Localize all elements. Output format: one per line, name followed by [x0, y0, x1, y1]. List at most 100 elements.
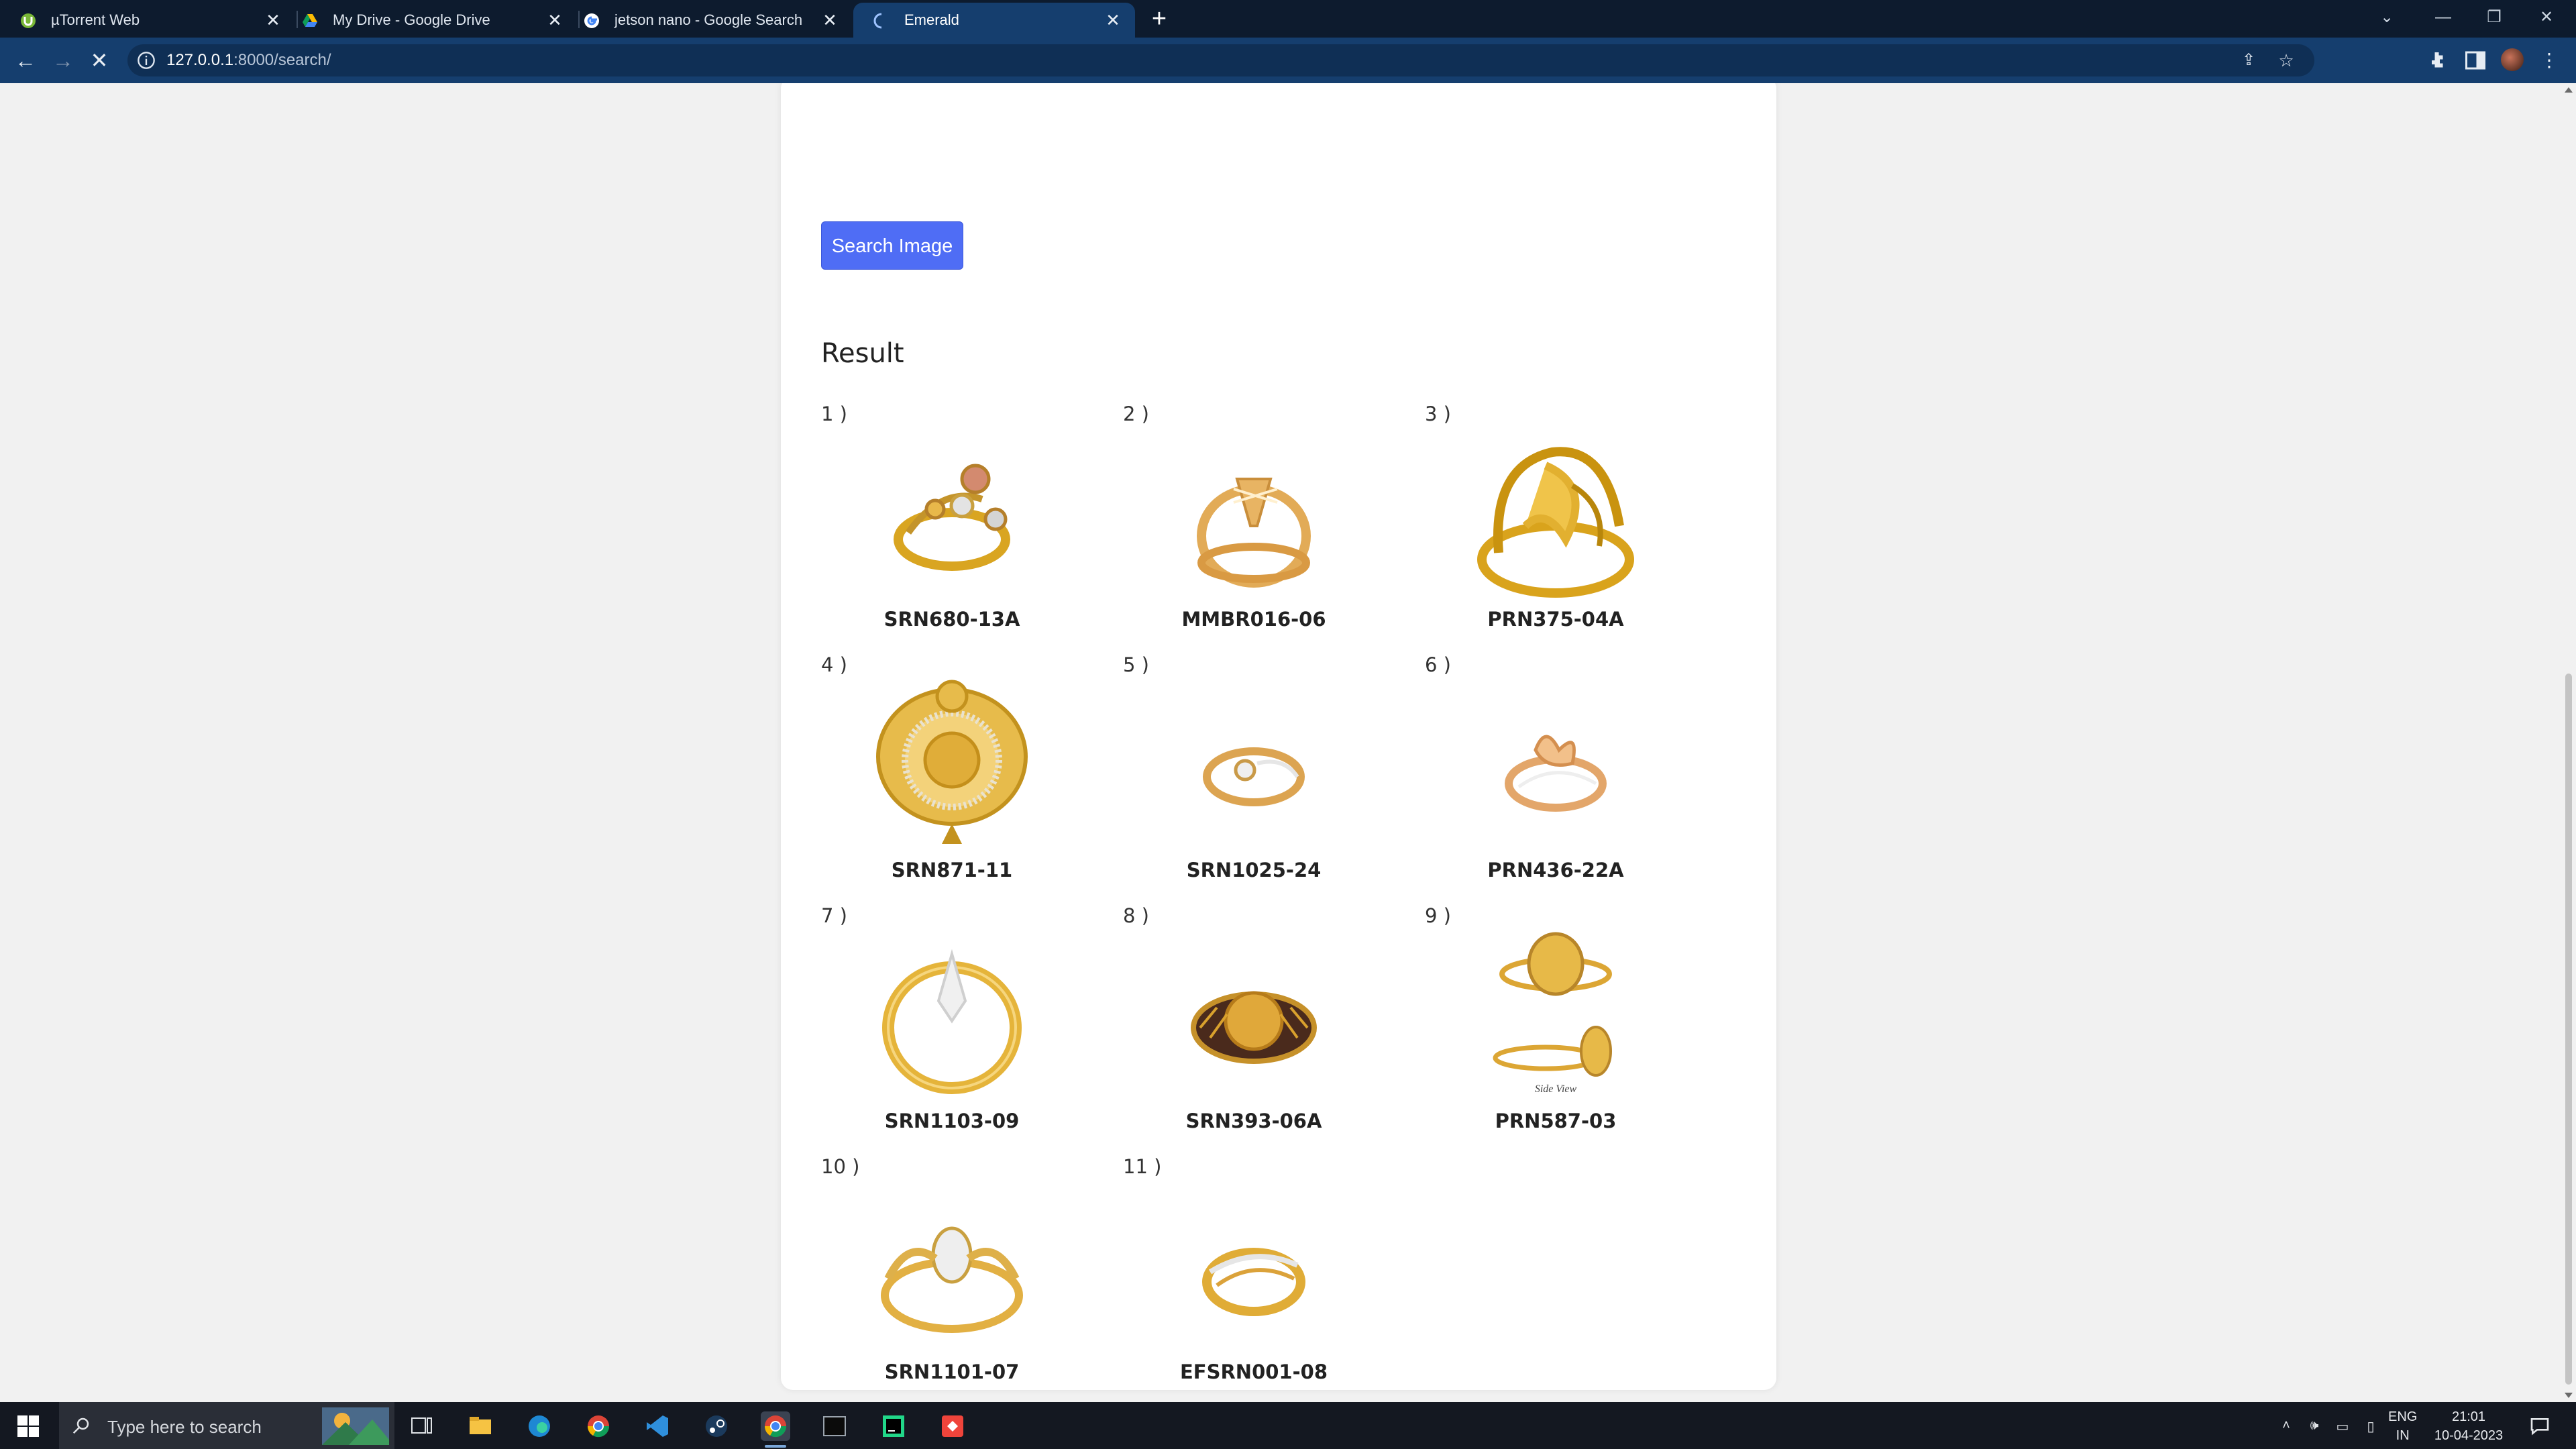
- scroll-thumb[interactable]: [2565, 674, 2572, 1385]
- tab-google-search[interactable]: jetson nano - Google Search ✕: [564, 3, 852, 38]
- result-code: SRN871-11: [891, 859, 1013, 881]
- menu-kebab-icon[interactable]: ⋮: [2537, 48, 2561, 72]
- clock[interactable]: 21:01 10-04-2023: [2434, 1407, 2504, 1445]
- loading-spinner-icon: [873, 13, 882, 29]
- tab-title: Emerald: [904, 11, 959, 28]
- result-index: 5 ): [1123, 653, 1149, 676]
- windows-taskbar: Type here to search ˄ 🕪 ▭ ▯ ENG IN 21:01…: [0, 1402, 2576, 1449]
- url-host: 127.0.0.1: [166, 51, 234, 69]
- result-item[interactable]: 8 ) SRN393-06A: [1103, 904, 1405, 1155]
- browser-toolbar: ← → ✕ 127.0.0.1:8000/search/ ☆ ⇪ ⋮: [0, 38, 2576, 83]
- search-placeholder: Type here to search: [107, 1417, 262, 1437]
- close-icon[interactable]: ✕: [1103, 10, 1123, 30]
- result-index: 4 ): [821, 653, 847, 676]
- extensions-icon[interactable]: [2426, 48, 2450, 72]
- tab-title: µTorrent Web: [51, 11, 140, 28]
- tray-overflow-chevron-icon[interactable]: ˄: [2278, 1418, 2294, 1434]
- minimize-button[interactable]: —: [2428, 4, 2458, 31]
- network-icon[interactable]: ▭: [2334, 1418, 2351, 1434]
- language-indicator[interactable]: ENG IN: [2388, 1407, 2417, 1445]
- search-icon: [72, 1417, 89, 1434]
- result-code: SRN393-06A: [1185, 1110, 1322, 1132]
- result-item[interactable]: 10 ) SRN1101-07: [801, 1155, 1103, 1402]
- result-code: SRN1101-07: [884, 1360, 1020, 1383]
- result-item[interactable]: 1 ) SRN680-13A: [801, 402, 1103, 653]
- result-code: PRN375-04A: [1487, 608, 1624, 631]
- result-index: 8 ): [1123, 904, 1149, 927]
- ring-image[interactable]: [1472, 425, 1640, 601]
- share-icon[interactable]: ⇪: [2237, 48, 2261, 72]
- close-icon[interactable]: ✕: [820, 10, 840, 30]
- forward-button[interactable]: →: [50, 47, 76, 74]
- result-code: EFSRN001-08: [1179, 1360, 1328, 1383]
- tab-strip: µTorrent Web ✕ My Drive - Google Drive ✕…: [0, 0, 2576, 38]
- result-index: 11 ): [1123, 1155, 1162, 1178]
- page-scrollbar[interactable]: [2561, 83, 2576, 1402]
- pycharm-icon[interactable]: [879, 1411, 908, 1441]
- notifications-icon[interactable]: [2529, 1415, 2551, 1437]
- result-item[interactable]: 11 ) EFSRN001-08: [1103, 1155, 1405, 1402]
- close-window-button[interactable]: ✕: [2532, 4, 2561, 31]
- result-item[interactable]: 2 ) MMBR016-06: [1103, 402, 1405, 653]
- scroll-up-arrow-icon[interactable]: [2565, 87, 2573, 93]
- ring-image[interactable]: [1170, 676, 1338, 852]
- result-item[interactable]: 9 ) Side View PRN587-03: [1405, 904, 1707, 1155]
- chrome-active-window[interactable]: [761, 1411, 790, 1448]
- tab-google-drive[interactable]: My Drive - Google Drive ✕: [282, 3, 577, 38]
- side-panel-icon[interactable]: [2463, 48, 2487, 72]
- results-card: Search Image Result 1 ) SRN680-13A 2 ) M…: [781, 83, 1776, 1390]
- url-text[interactable]: 127.0.0.1:8000/search/: [166, 51, 331, 70]
- file-explorer-icon[interactable]: [466, 1411, 495, 1441]
- chrome-icon[interactable]: [584, 1411, 613, 1441]
- ring-image[interactable]: Side View: [1472, 927, 1640, 1103]
- vscode-icon[interactable]: [643, 1411, 672, 1441]
- side-view-caption: Side View: [1535, 1083, 1577, 1095]
- windows-start-icon[interactable]: [17, 1415, 39, 1437]
- ring-image[interactable]: [868, 425, 1036, 601]
- result-item[interactable]: 3 ) PRN375-04A: [1405, 402, 1707, 653]
- anydesk-icon[interactable]: [938, 1411, 967, 1441]
- clock-date: 10-04-2023: [2434, 1428, 2504, 1443]
- steam-icon[interactable]: [702, 1411, 731, 1441]
- result-item[interactable]: 4 ) SRN871-11: [801, 653, 1103, 904]
- ring-image[interactable]: [1170, 927, 1338, 1103]
- page-viewport: Search Image Result 1 ) SRN680-13A 2 ) M…: [0, 83, 2561, 1402]
- edge-icon[interactable]: [525, 1411, 554, 1441]
- tab-search-chevron-icon[interactable]: ⌄: [2372, 4, 2402, 31]
- result-index: 1 ): [821, 402, 847, 425]
- search-image-button[interactable]: Search Image: [821, 221, 963, 270]
- site-info-icon[interactable]: [137, 51, 156, 70]
- address-bar[interactable]: 127.0.0.1:8000/search/ ☆ ⇪: [127, 44, 2314, 76]
- ring-image[interactable]: [868, 1178, 1036, 1354]
- volume-icon[interactable]: 🕪: [2306, 1418, 2322, 1434]
- close-icon[interactable]: ✕: [545, 10, 565, 30]
- taskbar-search-box[interactable]: Type here to search: [59, 1402, 394, 1449]
- result-code: SRN680-13A: [883, 608, 1020, 631]
- ring-image[interactable]: [1170, 1178, 1338, 1354]
- ring-image[interactable]: [868, 927, 1036, 1103]
- result-item[interactable]: 7 ) SRN1103-09: [801, 904, 1103, 1155]
- terminal-icon[interactable]: [820, 1411, 849, 1441]
- battery-icon[interactable]: ▯: [2363, 1418, 2379, 1434]
- back-button[interactable]: ←: [12, 47, 39, 74]
- avatar[interactable]: [2501, 48, 2525, 72]
- task-view-icon[interactable]: [407, 1411, 436, 1441]
- restore-button[interactable]: ❐: [2479, 4, 2509, 31]
- result-heading: Result: [821, 338, 904, 369]
- stop-loading-button[interactable]: ✕: [86, 47, 113, 74]
- language-code: ENG: [2388, 1409, 2418, 1424]
- close-icon[interactable]: ✕: [263, 10, 283, 30]
- result-item[interactable]: 5 ) SRN1025-24: [1103, 653, 1405, 904]
- result-index: 7 ): [821, 904, 847, 927]
- ring-image[interactable]: [868, 676, 1036, 852]
- search-highlight-illustration-icon: [322, 1407, 389, 1445]
- result-item[interactable]: 6 ) PRN436-22A: [1405, 653, 1707, 904]
- scroll-down-arrow-icon[interactable]: [2565, 1393, 2573, 1398]
- bookmark-star-icon[interactable]: ☆: [2274, 48, 2298, 72]
- new-tab-button[interactable]: +: [1146, 5, 1173, 32]
- ring-image[interactable]: [1472, 676, 1640, 852]
- tab-utorrent[interactable]: µTorrent Web ✕: [0, 3, 295, 38]
- utorrent-icon: [21, 13, 36, 28]
- tab-emerald[interactable]: Emerald ✕: [853, 3, 1135, 38]
- ring-image[interactable]: [1170, 425, 1338, 601]
